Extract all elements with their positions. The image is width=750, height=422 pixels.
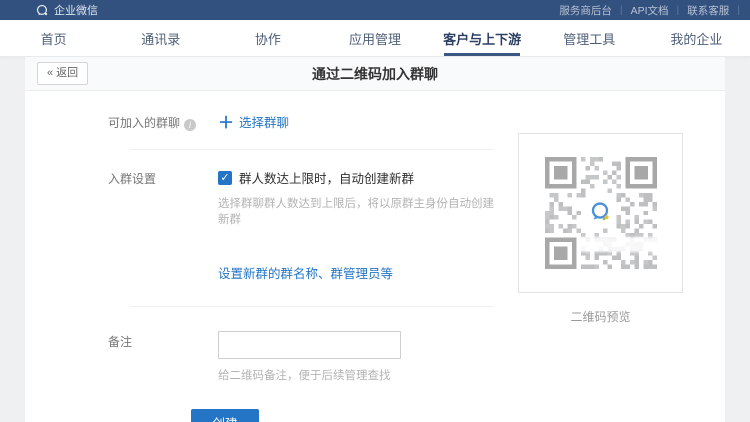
auto-create-group-label[interactable]: 群人数达上限时，自动创建新群 xyxy=(239,168,414,187)
content-card: « 返回 通过二维码加入群聊 可加入的群聊i ＋选择群聊 入群设置 ✓ 群人数达… xyxy=(25,57,725,422)
qr-preview-box xyxy=(518,133,683,293)
qr-preview-caption: 二维码预览 xyxy=(518,308,683,325)
info-icon[interactable]: i xyxy=(184,119,196,131)
new-group-settings-link[interactable]: 设置新群的群名称、群管理员等 xyxy=(218,263,393,282)
joinable-group-control: ＋选择群聊 xyxy=(218,109,289,133)
nav-tab-contacts[interactable]: 通讯录 xyxy=(107,20,214,56)
card-header: « 返回 通过二维码加入群聊 xyxy=(25,57,725,91)
provider-console-link[interactable]: 服务商后台 xyxy=(551,3,620,18)
back-button[interactable]: « 返回 xyxy=(37,62,88,84)
brand-logo[interactable]: 企业微信 xyxy=(36,2,98,18)
nav-tab-collaboration[interactable]: 协作 xyxy=(214,20,321,56)
auto-create-group-checkbox[interactable]: ✓ xyxy=(218,171,232,185)
nav-tab-my-company[interactable]: 我的企业 xyxy=(643,20,750,56)
wecom-qr-logo-icon xyxy=(589,200,613,224)
api-docs-link[interactable]: API文档 xyxy=(623,3,677,18)
remark-hint: 给二维码备注，便于后续管理查找 xyxy=(218,367,401,383)
remark-row: 备注 给二维码备注，便于后续管理查找 xyxy=(108,307,494,383)
nav-tab-home[interactable]: 首页 xyxy=(0,20,107,56)
remark-control: 给二维码备注，便于后续管理查找 xyxy=(218,331,401,383)
contact-support-link[interactable]: 联系客服 xyxy=(679,3,737,18)
brand-name: 企业微信 xyxy=(54,2,98,18)
form-column: 可加入的群聊i ＋选择群聊 入群设置 ✓ 群人数达上限时，自动创建新群 选择群聊… xyxy=(25,91,518,422)
remark-input[interactable] xyxy=(218,331,401,359)
join-settings-control: ✓ 群人数达上限时，自动创建新群 选择群聊群人数达到上限后，将以原群主身份自动创… xyxy=(218,168,494,282)
create-button[interactable]: 创建 xyxy=(191,409,259,422)
main-nav: 首页 通讯录 协作 应用管理 客户与上下游 管理工具 我的企业 xyxy=(0,20,750,57)
qr-code-image xyxy=(545,157,657,269)
auto-create-group-option: ✓ 群人数达上限时，自动创建新群 xyxy=(218,168,494,187)
nav-tab-app-management[interactable]: 应用管理 xyxy=(321,20,428,56)
card-body: 可加入的群聊i ＋选择群聊 入群设置 ✓ 群人数达上限时，自动创建新群 选择群聊… xyxy=(25,91,725,422)
auto-create-group-hint: 选择群聊群人数达到上限后，将以原群主身份自动创建新群 xyxy=(218,195,494,227)
topbar: 企业微信 服务商后台 | API文档 | 联系客服 | xyxy=(0,0,750,20)
topbar-links: 服务商后台 | API文档 | 联系客服 | xyxy=(551,3,740,18)
select-group-link[interactable]: ＋选择群聊 xyxy=(218,116,289,130)
remark-label: 备注 xyxy=(108,331,218,383)
join-settings-label: 入群设置 xyxy=(108,168,218,282)
joinable-group-label: 可加入的群聊i xyxy=(108,112,218,131)
plus-icon: ＋ xyxy=(218,115,234,132)
join-settings-row: 入群设置 ✓ 群人数达上限时，自动创建新群 选择群聊群人数达到上限后，将以原群主… xyxy=(108,150,494,306)
nav-tab-management-tools[interactable]: 管理工具 xyxy=(536,20,643,56)
qr-preview-column: 二维码预览 xyxy=(518,133,683,422)
wecom-bubble-icon xyxy=(36,4,49,17)
separator: | xyxy=(737,4,740,16)
nav-tab-customers[interactable]: 客户与上下游 xyxy=(429,20,536,56)
page-title: 通过二维码加入群聊 xyxy=(25,64,725,84)
qr-watermark-blur xyxy=(578,237,659,252)
joinable-group-row: 可加入的群聊i ＋选择群聊 xyxy=(108,91,494,149)
